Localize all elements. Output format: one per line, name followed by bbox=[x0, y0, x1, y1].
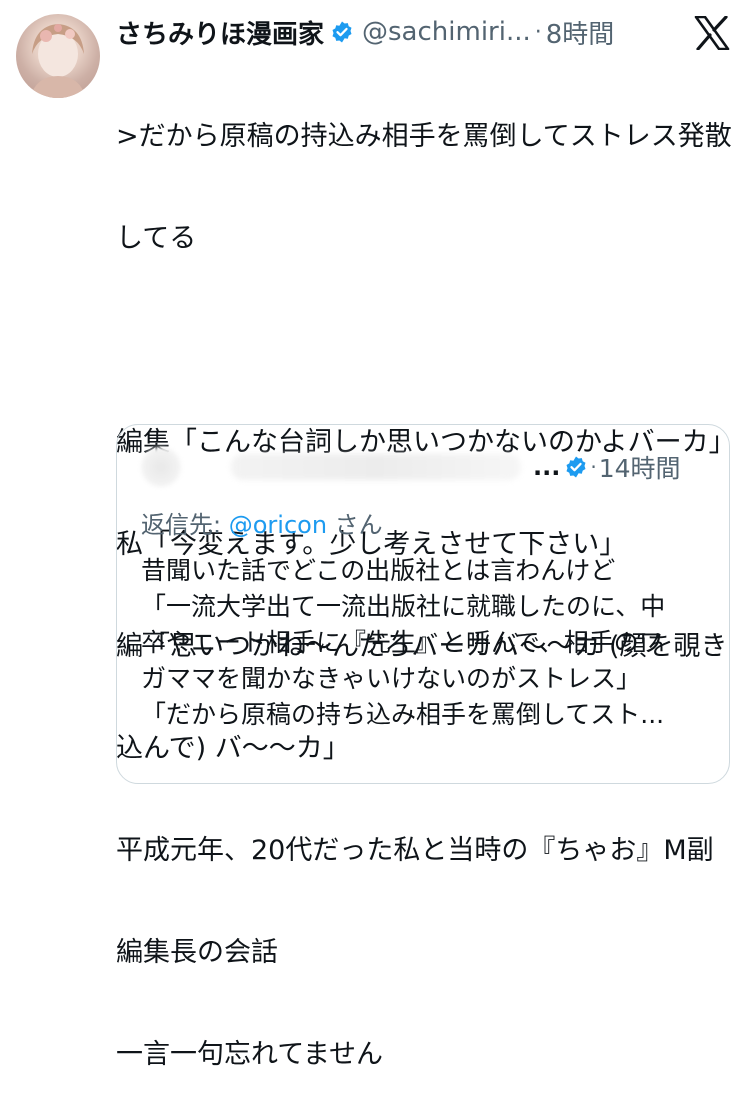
tweet-line: してる bbox=[116, 223, 197, 254]
quoted-tweet-line: 卒やニート相手に『先生』と呼んで、相手のワ bbox=[141, 628, 664, 657]
verified-badge-icon bbox=[566, 456, 586, 478]
author-handle[interactable]: @sachimiri... bbox=[362, 17, 531, 47]
tweet-line bbox=[116, 324, 736, 358]
quoted-author-avatar-blurred bbox=[141, 447, 181, 487]
quoted-author-truncation: ... bbox=[533, 453, 561, 481]
author-display-name[interactable]: さちみりほ漫画家 bbox=[116, 14, 324, 51]
quoted-tweet-line: 昔聞いた話でどこの出版社とは言わんけど bbox=[141, 556, 616, 585]
quoted-tweet-card[interactable]: ... · 14時間 返信先: @oricon さん 昔聞いた話でどこの出版社と… bbox=[116, 424, 730, 784]
quoted-tweet-timestamp[interactable]: 14時間 bbox=[599, 449, 681, 485]
tweet-line: 一言一句忘れてません bbox=[116, 1039, 384, 1070]
verified-badge-icon bbox=[332, 21, 352, 43]
tweet-header: さちみりほ漫画家 @sachimiri... · 8時間 bbox=[116, 12, 614, 52]
quoted-header-separator: · bbox=[590, 455, 597, 479]
tweet-line: 編集長の会話 bbox=[116, 937, 278, 968]
tweet-timestamp[interactable]: 8時間 bbox=[546, 14, 615, 51]
quoted-tweet-body: 昔聞いた話でどこの出版社とは言わんけど 「一流大学出て一流出版社に就職したのに、… bbox=[141, 553, 711, 733]
tweet-line: >だから原稿の持込み相手を罵倒してストレス発散 bbox=[116, 121, 732, 152]
reply-to-line: 返信先: @oricon さん bbox=[141, 505, 383, 540]
tweet-avatar[interactable] bbox=[16, 14, 100, 98]
quoted-tweet-line: 「だから原稿の持ち込み相手を罵倒してスト... bbox=[141, 700, 665, 729]
quoted-tweet-line: 「一流大学出て一流出版社に就職したのに、中 bbox=[141, 592, 666, 621]
reply-to-prefix: 返信先: bbox=[141, 511, 229, 539]
quoted-tweet-line: ガママを聞かなきゃいけないのがストレス」 bbox=[141, 664, 642, 693]
x-logo-icon[interactable] bbox=[694, 16, 730, 50]
reply-mention-link[interactable]: @oricon bbox=[229, 511, 327, 539]
tweet-line: 平成元年、20代だった私と当時の『ちゃお』M副 bbox=[116, 835, 714, 866]
quoted-author-name-blurred bbox=[231, 454, 521, 480]
header-separator: · bbox=[534, 19, 542, 45]
quoted-tweet-header: ... · 14時間 bbox=[141, 447, 711, 487]
reply-to-suffix: さん bbox=[334, 511, 383, 539]
